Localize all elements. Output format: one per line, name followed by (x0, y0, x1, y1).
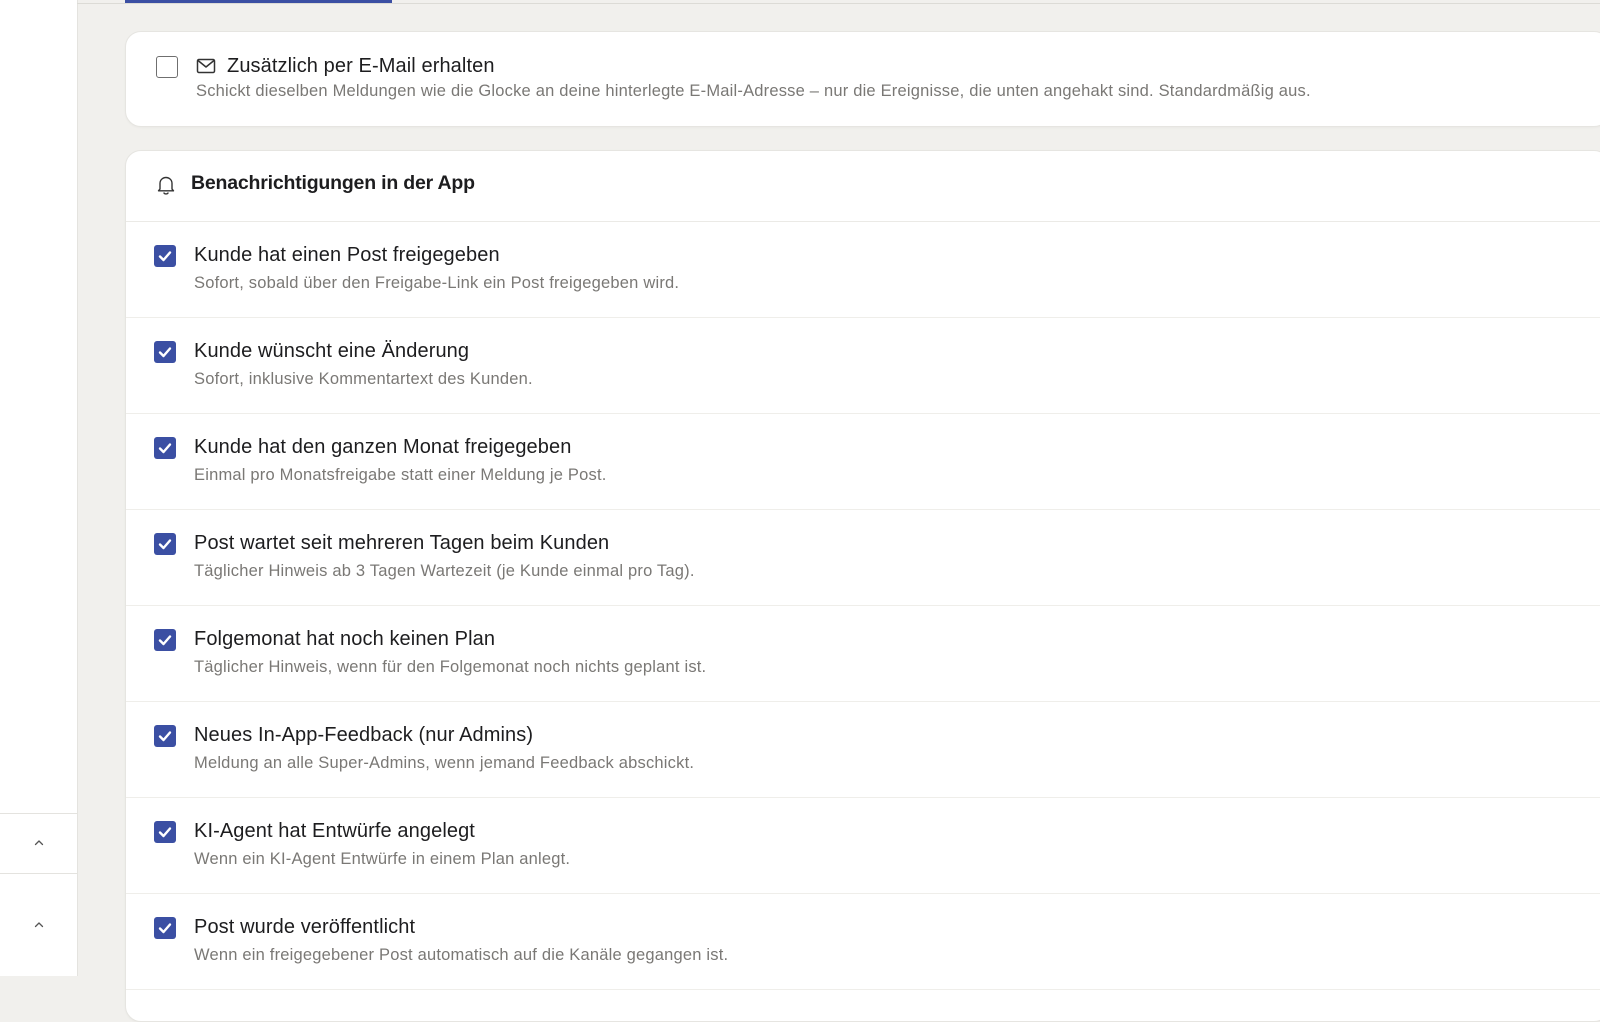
chevron-up-icon (34, 840, 44, 846)
notification-title: KI-Agent hat Entwürfe angelegt (194, 820, 475, 842)
notification-checkbox[interactable] (154, 245, 176, 267)
sidebar-divider (0, 813, 77, 814)
check-icon (158, 539, 172, 550)
list-item: KI-Agent hat Entwürfe angelegt Wenn ein … (126, 797, 1600, 894)
check-icon (158, 347, 172, 358)
section-header: Benachrichtigungen in der App (126, 151, 1600, 222)
notification-checkbox[interactable] (154, 629, 176, 651)
list-item: Post wartet seit mehreren Tagen beim Kun… (126, 509, 1600, 606)
active-tab-indicator (125, 0, 392, 3)
list-item: Kunde hat den ganzen Monat freigegeben E… (126, 413, 1600, 510)
notification-description: Täglicher Hinweis ab 3 Tagen Wartezeit (… (194, 562, 695, 580)
list-item: Folgemonat hat noch keinen Plan Tägliche… (126, 605, 1600, 702)
check-icon (158, 923, 172, 934)
notification-description: Einmal pro Monatsfreigabe statt einer Me… (194, 466, 607, 484)
notification-title: Folgemonat hat noch keinen Plan (194, 628, 496, 650)
sidebar-collapse-button-2[interactable] (28, 914, 50, 936)
notification-description: Täglicher Hinweis, wenn für den Folgemon… (194, 658, 707, 676)
list-item: Neues In-App-Feedback (nur Admins) Meldu… (126, 701, 1600, 798)
app-notifications-card: Benachrichtigungen in der App Kunde hat … (125, 150, 1600, 1022)
notification-checkbox[interactable] (154, 533, 176, 555)
sidebar (0, 0, 78, 976)
check-icon (158, 443, 172, 454)
notification-title: Kunde hat den ganzen Monat freigegeben (194, 436, 572, 458)
notification-title: Neues In-App-Feedback (nur Admins) (194, 724, 534, 746)
check-icon (158, 251, 172, 262)
notification-description: Wenn ein freigegebener Post automatisch … (194, 946, 729, 964)
notification-description: Wenn ein KI-Agent Entwürfe in einem Plan… (194, 850, 571, 868)
check-icon (158, 635, 172, 646)
sidebar-collapse-button-1[interactable] (28, 832, 50, 854)
notification-description: Sofort, sobald über den Freigabe-Link ei… (194, 274, 680, 292)
list-item: Kunde wünscht eine Änderung Sofort, inkl… (126, 317, 1600, 414)
email-option-title: Zusätzlich per E-Mail erhalten (227, 55, 495, 77)
mail-icon (196, 58, 216, 79)
sidebar-divider (0, 873, 77, 874)
notification-checkbox[interactable] (154, 821, 176, 843)
notification-checkbox[interactable] (154, 725, 176, 747)
email-option-description: Schickt dieselben Meldungen wie die Gloc… (196, 82, 1311, 100)
notification-description: Meldung an alle Super-Admins, wenn jeman… (194, 754, 695, 772)
notification-checkbox[interactable] (154, 917, 176, 939)
check-icon (158, 731, 172, 742)
email-notification-card: Zusätzlich per E-Mail erhalten Schickt d… (125, 31, 1600, 127)
check-icon (158, 827, 172, 838)
list-item: Post wurde veröffentlicht Wenn ein freig… (126, 893, 1600, 990)
notification-checkbox[interactable] (154, 437, 176, 459)
chevron-up-icon (34, 922, 44, 928)
bell-icon (156, 174, 176, 201)
list-item: Kunde hat einen Post freigegeben Sofort,… (126, 221, 1600, 318)
section-title: Benachrichtigungen in der App (191, 172, 475, 194)
notification-description: Sofort, inklusive Kommentartext des Kund… (194, 370, 533, 388)
notification-title: Kunde hat einen Post freigegeben (194, 244, 500, 266)
notification-title: Post wurde veröffentlicht (194, 916, 416, 938)
email-checkbox[interactable] (156, 56, 178, 78)
notification-title: Post wartet seit mehreren Tagen beim Kun… (194, 532, 610, 554)
notification-checkbox[interactable] (154, 341, 176, 363)
notification-title: Kunde wünscht eine Änderung (194, 340, 470, 362)
